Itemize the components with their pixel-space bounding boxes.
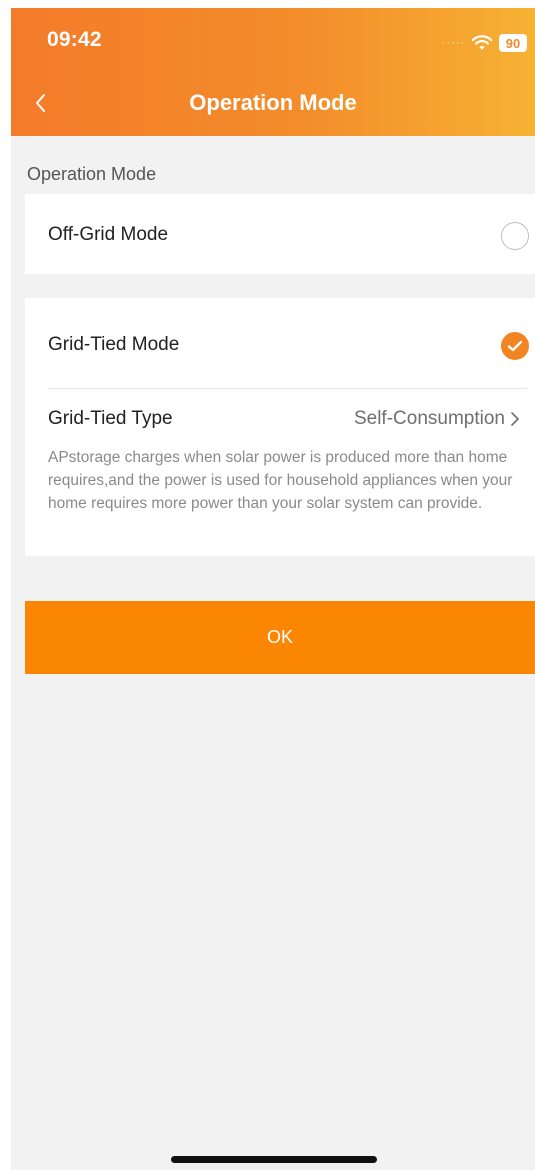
grid-tied-type-label: Grid-Tied Type bbox=[48, 408, 173, 429]
ok-button[interactable]: OK bbox=[25, 601, 535, 674]
off-grid-mode-label: Off-Grid Mode bbox=[48, 224, 169, 245]
status-icons: ····· 90 bbox=[442, 32, 527, 54]
grid-tied-type-value: Self-Consumption bbox=[353, 408, 505, 429]
status-time: 09:42 bbox=[47, 28, 102, 51]
signal-icon: ····· bbox=[441, 36, 465, 49]
off-grid-radio-button[interactable] bbox=[501, 222, 529, 250]
wifi-icon bbox=[471, 35, 493, 50]
grid-tied-mode-card: Grid-Tied Mode Grid-Tied Type Self-Consu… bbox=[25, 298, 535, 556]
page-title: Operation Mode bbox=[189, 90, 357, 115]
operation-mode-screen: 09:42 ····· 90 Operation Mode Operation … bbox=[11, 8, 535, 1170]
grid-tied-type-value-wrap: Self-Consumption bbox=[354, 408, 521, 430]
grid-tied-mode-label: Grid-Tied Mode bbox=[48, 334, 180, 355]
header: 09:42 ····· 90 Operation Mode bbox=[11, 8, 535, 136]
off-grid-mode-option[interactable]: Off-Grid Mode bbox=[25, 194, 535, 274]
grid-tied-type-row[interactable]: Grid-Tied Type Self-Consumption bbox=[25, 394, 535, 444]
chevron-right-icon bbox=[511, 412, 519, 426]
grid-tied-mode-option[interactable]: Grid-Tied Mode bbox=[25, 298, 535, 388]
checkmark-icon bbox=[507, 340, 523, 352]
home-indicator bbox=[171, 1156, 377, 1163]
grid-tied-radio-button[interactable] bbox=[501, 332, 529, 360]
divider bbox=[48, 388, 527, 389]
battery-icon: 90 bbox=[499, 34, 527, 52]
grid-tied-description: APstorage charges when solar power is pr… bbox=[48, 449, 513, 512]
section-label: Operation Mode bbox=[27, 164, 157, 184]
